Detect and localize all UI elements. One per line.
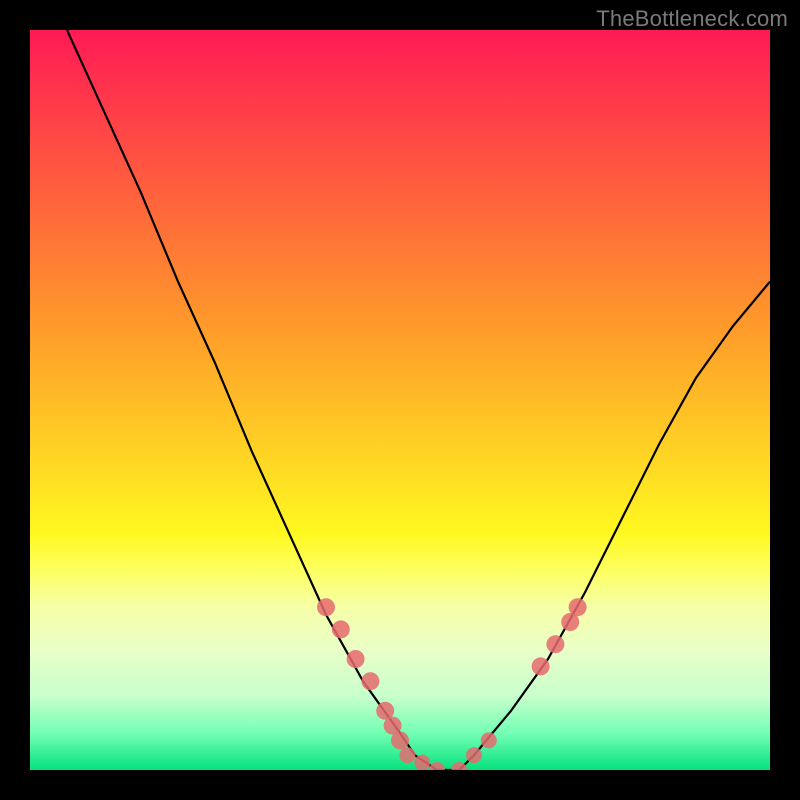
marker-dot xyxy=(481,732,497,748)
v-curve xyxy=(67,30,770,770)
marker-dot xyxy=(414,755,430,770)
marker-dot xyxy=(361,672,379,690)
marker-dot xyxy=(532,657,550,675)
marker-dot xyxy=(332,620,350,638)
marker-dot xyxy=(546,635,564,653)
watermark-text: TheBottleneck.com xyxy=(596,6,788,32)
marker-cluster-left xyxy=(317,598,409,749)
chart-svg xyxy=(30,30,770,770)
marker-dot xyxy=(569,598,587,616)
plot-background xyxy=(30,30,770,770)
marker-dot xyxy=(391,731,409,749)
marker-dot xyxy=(399,747,415,763)
marker-dot xyxy=(347,650,365,668)
marker-cluster-bottom xyxy=(399,732,496,770)
marker-dot xyxy=(429,762,445,770)
marker-cluster-right xyxy=(532,598,587,675)
chart-frame: TheBottleneck.com xyxy=(0,0,800,800)
marker-dot xyxy=(317,598,335,616)
marker-dot xyxy=(466,747,482,763)
